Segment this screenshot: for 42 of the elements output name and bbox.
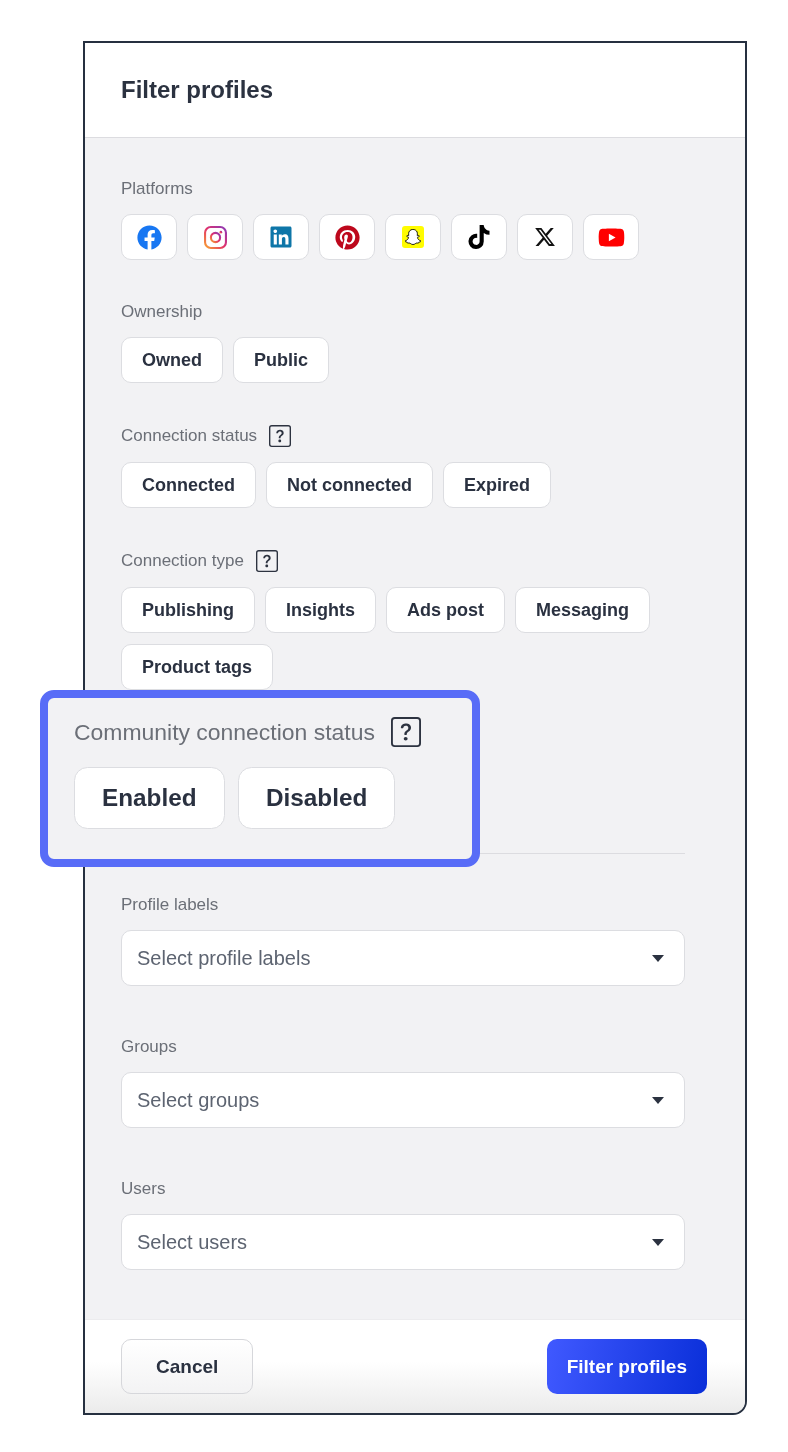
dialog-title: Filter profiles [121,76,274,104]
filter-option-button[interactable]: Public [233,337,330,383]
filter-option-button[interactable]: Ads post [386,587,506,633]
linkedin-icon [269,225,293,249]
facebook-icon [136,224,162,250]
dropdown-field[interactable]: Select profile labels [121,930,685,986]
tiktok-icon [467,225,491,249]
platform-button[interactable] [319,214,375,260]
field-label: Groups [121,1037,177,1057]
field-label: Profile labels [121,895,219,915]
dropdown-field[interactable]: Select users [121,1214,685,1270]
filter-option-button[interactable]: Product tags [121,644,273,690]
section-label: Community connection status [74,718,375,746]
caret-icon [652,1238,664,1246]
section-label: Ownership [121,302,203,322]
help-icon[interactable] [269,425,292,447]
help-icon[interactable] [391,717,422,747]
caret-icon [652,1096,664,1104]
field-label: Users [121,1179,166,1199]
filter-option-button[interactable]: Owned [121,337,223,383]
filter-option-button[interactable]: Publishing [121,587,255,633]
filter-option-button[interactable]: Enabled [74,767,225,830]
snapchat-icon [402,226,424,248]
filter-option-button[interactable]: Messaging [515,587,651,633]
filter-option-button[interactable]: Not connected [266,462,434,508]
filter-option-button[interactable]: Expired [443,462,552,508]
x-logo-icon [534,226,556,248]
instagram-icon [203,225,227,249]
section-label: Connection status [121,426,258,446]
filter-option-button[interactable]: Connected [121,462,256,508]
filter-option-button[interactable]: Disabled [238,767,396,830]
help-icon[interactable] [255,550,278,572]
cancel-button[interactable]: Cancel [121,1339,254,1394]
platform-button[interactable] [451,214,507,260]
dropdown-field[interactable]: Select groups [121,1072,685,1128]
platform-button[interactable] [517,214,573,260]
section-label: Platforms [121,179,193,199]
section-label: Connection type [121,551,244,571]
pinterest-icon [334,224,360,250]
caret-icon [652,954,664,962]
filter-option-button[interactable]: Insights [265,587,376,633]
submit-button[interactable]: Filter profiles [546,1339,707,1394]
